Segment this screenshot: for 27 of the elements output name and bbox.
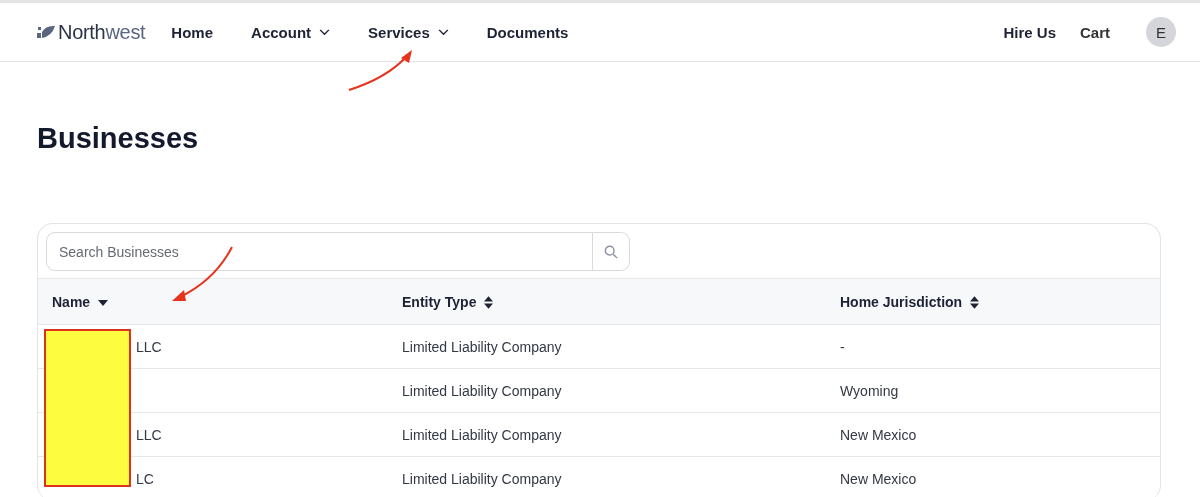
table-cell: LLC (136, 426, 162, 443)
nav-link[interactable]: Services (368, 23, 449, 41)
nav-link[interactable]: Documents (486, 23, 569, 41)
table-cell: Limited Liability Company (402, 470, 562, 487)
column-header[interactable]: Name (38, 279, 402, 324)
search-button[interactable] (593, 232, 630, 271)
nav-link[interactable]: Cart (1080, 23, 1110, 41)
table-cell: - (840, 338, 845, 355)
search-field[interactable]: Search Businesses (46, 232, 593, 271)
brand-name[interactable]: Northwest (58, 20, 146, 44)
table-cell: LC (136, 470, 154, 487)
search-icon (604, 244, 618, 259)
column-header[interactable]: Home Jurisdiction (840, 279, 1160, 324)
table-cell: Limited Liability Company (402, 338, 562, 355)
logo-icon (36, 24, 56, 40)
page-title: Businesses (37, 122, 200, 155)
table-cell: LLC (136, 338, 162, 355)
table-cell: Limited Liability Company (402, 426, 562, 443)
table-cell: Limited Liability Company (402, 382, 562, 399)
nav-link[interactable]: Hire Us (1003, 23, 1056, 41)
nav-link[interactable]: Home (171, 23, 214, 41)
table-cell: New Mexico (840, 426, 917, 443)
avatar[interactable]: E (1146, 17, 1176, 47)
nav-link[interactable]: Account (251, 23, 331, 41)
column-header[interactable]: Entity Type (402, 279, 840, 324)
table-cell: New Mexico (840, 470, 917, 487)
table-cell: Wyoming (840, 382, 899, 399)
